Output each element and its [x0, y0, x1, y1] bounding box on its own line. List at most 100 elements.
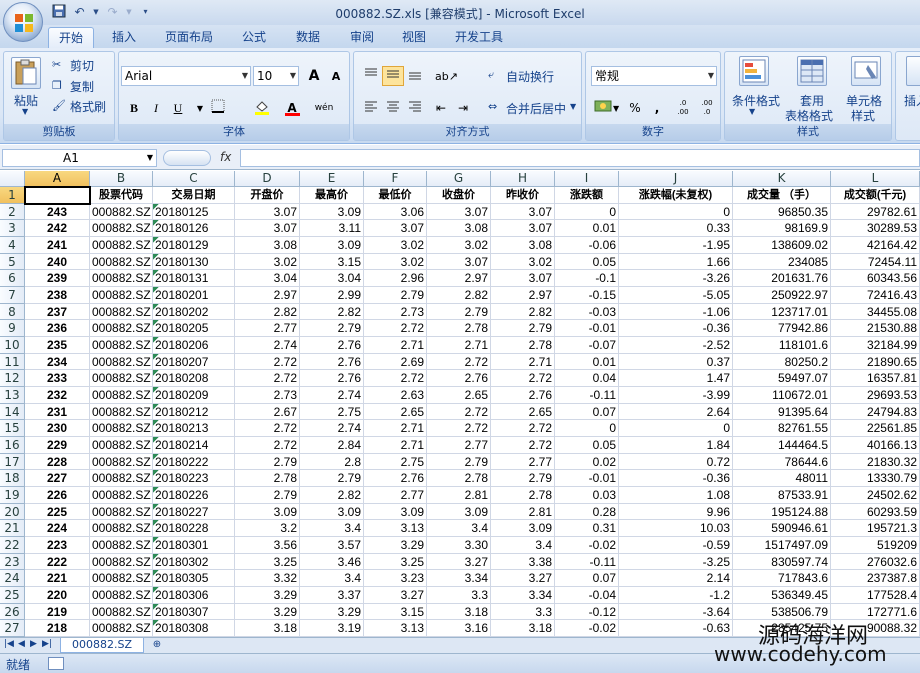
cell[interactable]: 229: [25, 437, 90, 454]
cell[interactable]: 2.82: [300, 303, 364, 321]
cell[interactable]: 2.72: [235, 370, 300, 388]
cell[interactable]: 000882.SZ: [90, 470, 153, 488]
cut-icon[interactable]: ✂: [52, 58, 61, 71]
number-format-combo[interactable]: 常规 ▼: [591, 66, 717, 86]
column-header-a[interactable]: A: [25, 171, 90, 187]
cell[interactable]: 3.07: [427, 203, 491, 221]
column-header-f[interactable]: F: [364, 171, 427, 187]
cell[interactable]: 20180212: [153, 403, 235, 421]
cell[interactable]: 3.11: [300, 220, 364, 237]
cell[interactable]: 000882.SZ: [90, 553, 153, 571]
cell[interactable]: 3.18: [235, 620, 300, 637]
cell[interactable]: 2.76: [364, 470, 427, 488]
next-sheet-icon[interactable]: ▶: [30, 639, 37, 649]
cell[interactable]: 717843.6: [733, 570, 831, 588]
sheet-tab-000882[interactable]: 000882.SZ: [60, 638, 144, 653]
cell[interactable]: 144464.5: [733, 437, 831, 454]
cell[interactable]: 20180131: [153, 270, 235, 287]
cell[interactable]: -0.36: [619, 320, 733, 338]
row-header[interactable]: 3: [0, 220, 25, 237]
cell[interactable]: 2.79: [235, 453, 300, 471]
row-header[interactable]: 7: [0, 287, 25, 304]
orientation-icon[interactable]: ab↗: [434, 66, 458, 86]
formula-bar-resizer[interactable]: [163, 150, 211, 166]
cell[interactable]: 2.97: [235, 287, 300, 304]
row-header[interactable]: 27: [0, 620, 25, 637]
row-header[interactable]: 4: [0, 237, 25, 254]
cell[interactable]: 000882.SZ: [90, 570, 153, 588]
cell[interactable]: 2.76: [491, 387, 555, 404]
cell[interactable]: 177528.4: [831, 587, 920, 604]
cell[interactable]: 3.25: [364, 553, 427, 571]
cell[interactable]: 2.72: [235, 353, 300, 371]
cell[interactable]: 830597.74: [733, 553, 831, 571]
cell[interactable]: 3.09: [300, 237, 364, 254]
cell[interactable]: 20180126: [153, 220, 235, 237]
cell[interactable]: 2.76: [300, 353, 364, 371]
cell[interactable]: 220: [25, 587, 90, 604]
cell[interactable]: 3.27: [491, 570, 555, 588]
cell[interactable]: 3.18: [427, 603, 491, 621]
cell[interactable]: 3.06: [364, 203, 427, 221]
cell[interactable]: -0.02: [555, 537, 619, 554]
cell[interactable]: 2.97: [427, 270, 491, 287]
cell[interactable]: 590946.61: [733, 520, 831, 538]
cell[interactable]: 3.57: [300, 537, 364, 554]
cell[interactable]: 3.09: [300, 503, 364, 521]
cell[interactable]: 2.75: [364, 453, 427, 471]
row-header[interactable]: 15: [0, 420, 25, 438]
cell[interactable]: -0.07: [555, 337, 619, 354]
cell[interactable]: 72454.11: [831, 253, 920, 271]
cell[interactable]: 16357.81: [831, 370, 920, 388]
cell[interactable]: 2.71: [364, 337, 427, 354]
cell[interactable]: 0.37: [619, 353, 733, 371]
cell[interactable]: 110672.01: [733, 387, 831, 404]
cell[interactable]: 3.02: [364, 237, 427, 254]
cell[interactable]: 3.18: [491, 620, 555, 637]
header-cell[interactable]: 昨收价: [491, 187, 555, 204]
column-header-j[interactable]: J: [619, 171, 733, 187]
cell[interactable]: 3.29: [235, 587, 300, 604]
wrap-text-button[interactable]: 自动换行: [506, 68, 554, 85]
cell[interactable]: 000882.SZ: [90, 437, 153, 454]
row-header[interactable]: 8: [0, 303, 25, 321]
cell[interactable]: 3.02: [491, 253, 555, 271]
cell[interactable]: 3.3: [491, 603, 555, 621]
cell[interactable]: 3.25: [235, 553, 300, 571]
cell[interactable]: 000882.SZ: [90, 337, 153, 354]
tab-insert[interactable]: 插入: [104, 27, 144, 48]
cell[interactable]: 000882.SZ: [90, 420, 153, 438]
cell[interactable]: 276032.6: [831, 553, 920, 571]
cell[interactable]: 3.56: [235, 537, 300, 554]
format-as-table-icon[interactable]: [797, 56, 827, 86]
row-header[interactable]: 6: [0, 270, 25, 287]
cell[interactable]: 2.79: [364, 287, 427, 304]
cell[interactable]: 000882.SZ: [90, 603, 153, 621]
cell[interactable]: 000882.SZ: [90, 503, 153, 521]
cell[interactable]: 3.04: [300, 270, 364, 287]
cell[interactable]: 3.2: [235, 520, 300, 538]
last-sheet-icon[interactable]: ▶|: [42, 639, 52, 649]
cell[interactable]: 2.79: [300, 320, 364, 338]
cell[interactable]: 42164.42: [831, 237, 920, 254]
row-header[interactable]: 16: [0, 437, 25, 454]
cell[interactable]: 98169.9: [733, 220, 831, 237]
font-size-combo[interactable]: 10 ▼: [253, 66, 299, 86]
cell[interactable]: 20180301: [153, 537, 235, 554]
cell[interactable]: 2.79: [491, 470, 555, 488]
cell[interactable]: -1.95: [619, 237, 733, 254]
cell[interactable]: 0.01: [555, 353, 619, 371]
cell[interactable]: 2.78: [491, 487, 555, 504]
cell[interactable]: 221: [25, 570, 90, 588]
header-cell[interactable]: 成交量 （手）: [733, 187, 831, 204]
cell[interactable]: 3.3: [427, 587, 491, 604]
cell[interactable]: -0.06: [555, 237, 619, 254]
cell[interactable]: 0.03: [555, 487, 619, 504]
cell[interactable]: 218: [25, 620, 90, 637]
cell[interactable]: 9.96: [619, 503, 733, 521]
row-header[interactable]: 12: [0, 370, 25, 388]
cell[interactable]: 222: [25, 553, 90, 571]
align-center-icon[interactable]: [382, 98, 404, 118]
cell[interactable]: 000882.SZ: [90, 520, 153, 538]
cell[interactable]: 3.07: [364, 220, 427, 237]
